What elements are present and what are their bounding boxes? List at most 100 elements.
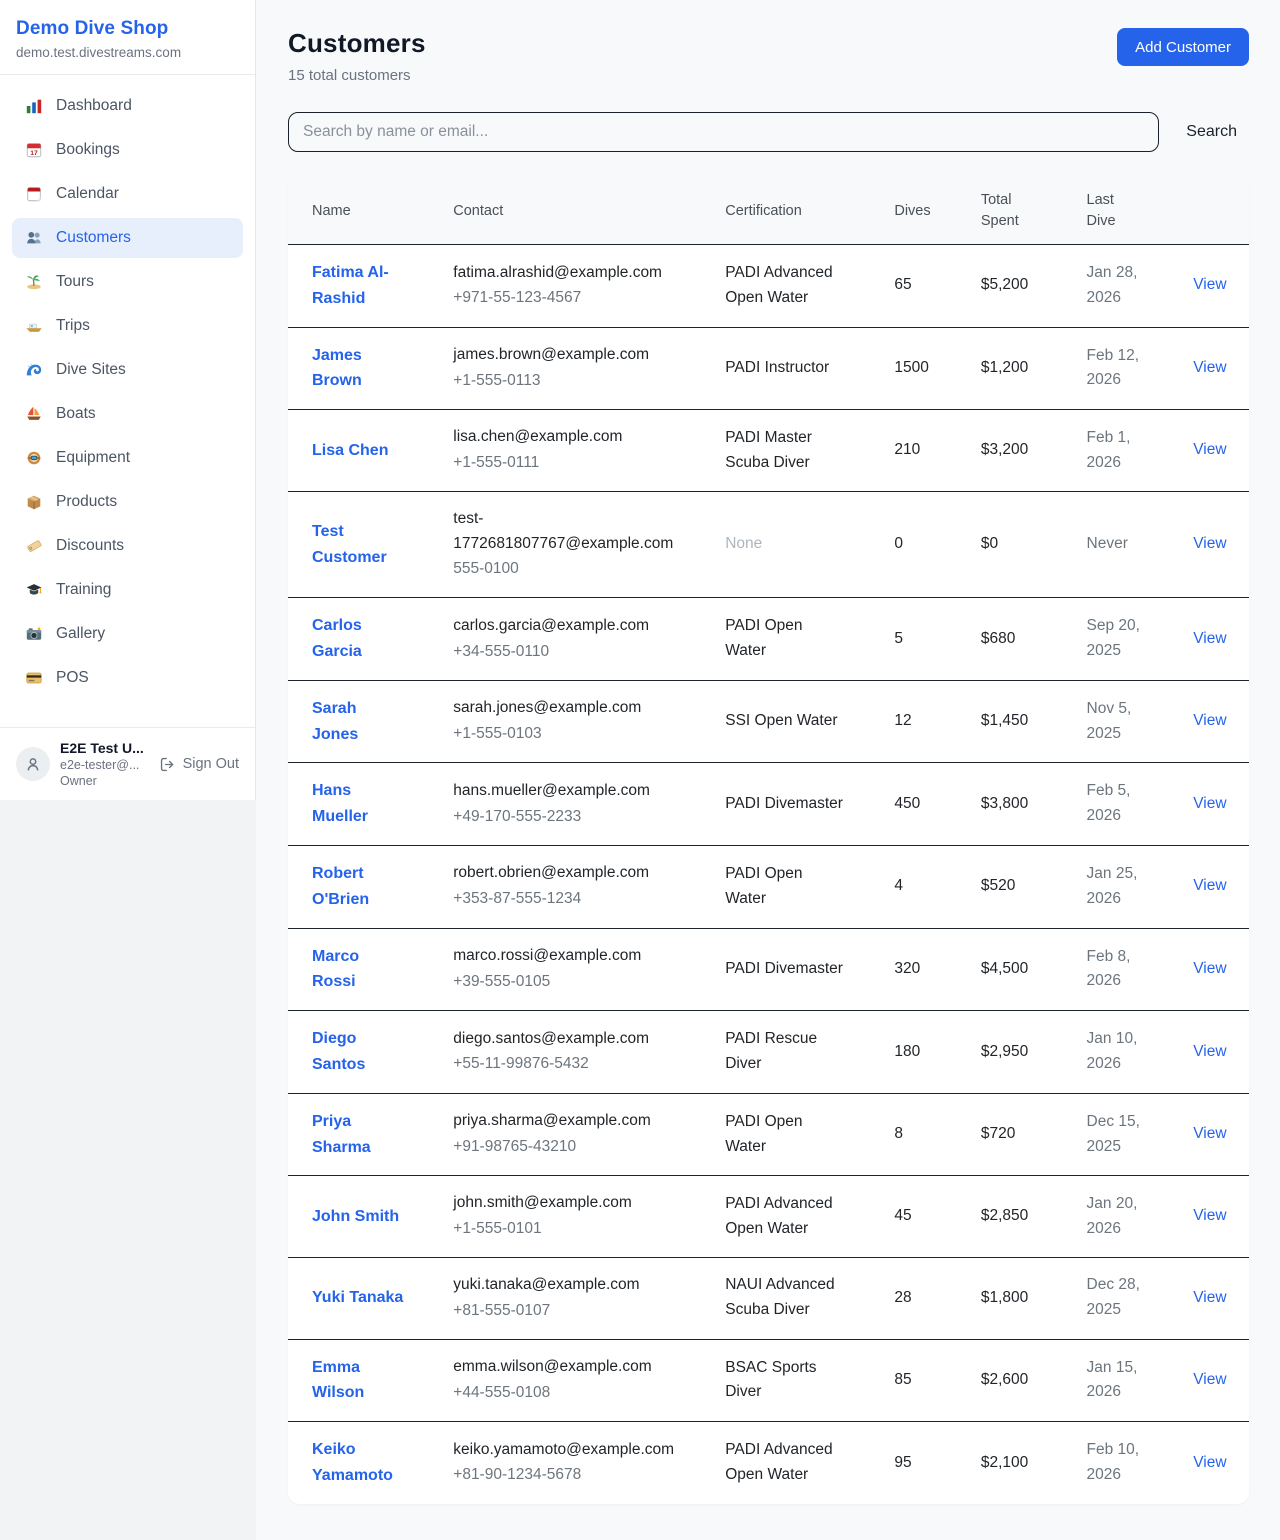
customer-total-spent: $5,200: [957, 245, 1063, 328]
customer-name-link[interactable]: Priya Sharma: [312, 1113, 371, 1156]
search-button[interactable]: Search: [1186, 123, 1237, 141]
customer-total-spent: $3,800: [957, 763, 1063, 846]
view-link[interactable]: View: [1193, 535, 1226, 552]
customer-email: keiko.yamamoto@example.com: [453, 1438, 677, 1463]
customer-name-link[interactable]: Diego Santos: [312, 1030, 365, 1073]
customer-name-link[interactable]: Carlos Garcia: [312, 617, 362, 660]
sidebar-item-label: Bookings: [56, 141, 120, 159]
customer-name-link[interactable]: Hans Mueller: [312, 782, 368, 825]
sidebar-item-label: Equipment: [56, 449, 130, 467]
customer-email: hans.mueller@example.com: [453, 779, 677, 804]
sidebar-item-tours[interactable]: Tours: [12, 262, 243, 302]
add-customer-button[interactable]: Add Customer: [1117, 28, 1249, 66]
customers-table-body: Fatima Al-Rashid fatima.alrashid@example…: [288, 245, 1249, 1504]
view-link[interactable]: View: [1193, 877, 1226, 894]
table-row: John Smith john.smith@example.com +1-555…: [288, 1176, 1249, 1258]
view-link[interactable]: View: [1193, 1289, 1226, 1306]
user-role: Owner: [60, 774, 149, 788]
customer-last-dive: Jan 25, 2026: [1063, 845, 1170, 928]
diving-mask-icon: [24, 448, 44, 468]
view-link[interactable]: View: [1193, 1125, 1226, 1142]
view-link[interactable]: View: [1193, 712, 1226, 729]
customer-last-dive: Dec 15, 2025: [1063, 1093, 1170, 1176]
customer-certification: PADI Rescue Diver: [701, 1011, 870, 1094]
sidebar-item-dive-sites[interactable]: Dive Sites: [12, 350, 243, 390]
tag-icon: [24, 536, 44, 556]
customer-phone: +1-555-0101: [453, 1217, 677, 1242]
view-link[interactable]: View: [1193, 359, 1226, 376]
customer-name-link[interactable]: Lisa Chen: [312, 442, 388, 459]
sailboat-icon: [24, 404, 44, 424]
sidebar-item-calendar[interactable]: Calendar: [12, 174, 243, 214]
view-link[interactable]: View: [1193, 630, 1226, 647]
customer-name-link[interactable]: Yuki Tanaka: [312, 1289, 403, 1306]
view-link[interactable]: View: [1193, 1207, 1226, 1224]
bar-chart-icon: [24, 96, 44, 116]
customer-name-link[interactable]: Emma Wilson: [312, 1359, 364, 1402]
customer-name-link[interactable]: Marco Rossi: [312, 948, 359, 991]
customer-certification: PADI Master Scuba Diver: [701, 410, 870, 492]
sidebar-item-label: Calendar: [56, 185, 119, 203]
sidebar-item-label: Tours: [56, 273, 94, 291]
sidebar-item-gallery[interactable]: Gallery: [12, 614, 243, 654]
customer-dives: 320: [870, 928, 956, 1011]
customer-name-link[interactable]: Keiko Yamamoto: [312, 1441, 393, 1484]
customer-phone: +81-555-0107: [453, 1299, 677, 1324]
sidebar-item-bookings[interactable]: 17 Bookings: [12, 130, 243, 170]
view-link[interactable]: View: [1193, 1454, 1226, 1471]
view-link[interactable]: View: [1193, 276, 1226, 293]
shop-domain: demo.test.divestreams.com: [16, 45, 239, 60]
sign-out-button[interactable]: Sign Out: [159, 756, 239, 773]
customer-phone: +91-98765-43210: [453, 1135, 677, 1160]
search-input[interactable]: [288, 112, 1159, 152]
sidebar-item-products[interactable]: Products: [12, 482, 243, 522]
customer-dives: 210: [870, 410, 956, 492]
customer-phone: +971-55-123-4567: [453, 286, 677, 311]
view-link[interactable]: View: [1193, 1043, 1226, 1060]
customer-last-dive: Feb 10, 2026: [1063, 1422, 1170, 1504]
sidebar-item-label: Customers: [56, 229, 131, 247]
user-name: E2E Test U...: [60, 740, 149, 756]
customer-total-spent: $720: [957, 1093, 1063, 1176]
sidebar-item-discounts[interactable]: Discounts: [12, 526, 243, 566]
sidebar-item-label: Training: [56, 581, 111, 599]
customer-phone: 555-0100: [453, 557, 677, 582]
avatar: [16, 747, 50, 781]
customer-dives: 8: [870, 1093, 956, 1176]
customer-name-link[interactable]: Test Customer: [312, 523, 387, 566]
view-link[interactable]: View: [1193, 960, 1226, 977]
sidebar-item-customers[interactable]: Customers: [12, 218, 243, 258]
customer-name-link[interactable]: John Smith: [312, 1208, 399, 1225]
customer-certification: SSI Open Water: [701, 680, 870, 763]
customer-email: lisa.chen@example.com: [453, 425, 677, 450]
customer-name-link[interactable]: Robert O'Brien: [312, 865, 369, 908]
customer-name-link[interactable]: Sarah Jones: [312, 700, 358, 743]
customer-email: fatima.alrashid@example.com: [453, 261, 677, 286]
customer-name-link[interactable]: James Brown: [312, 347, 362, 390]
sidebar-item-label: Dashboard: [56, 97, 132, 115]
sidebar: Demo Dive Shop demo.test.divestreams.com…: [0, 0, 256, 800]
calendar-pad-icon: [24, 184, 44, 204]
sidebar-item-label: POS: [56, 669, 89, 687]
table-row: Hans Mueller hans.mueller@example.com +4…: [288, 763, 1249, 846]
column-header-actions: [1169, 178, 1249, 245]
customer-last-dive: Jan 15, 2026: [1063, 1339, 1170, 1422]
sidebar-item-label: Boats: [56, 405, 96, 423]
customer-count: 15 total customers: [288, 67, 426, 84]
sidebar-item-training[interactable]: Training: [12, 570, 243, 610]
customer-email: john.smith@example.com: [453, 1191, 677, 1216]
view-link[interactable]: View: [1193, 1371, 1226, 1388]
customer-total-spent: $0: [957, 491, 1063, 597]
sidebar-item-pos[interactable]: POS: [12, 658, 243, 698]
customer-name-link[interactable]: Fatima Al-Rashid: [312, 264, 389, 307]
sidebar-item-boats[interactable]: Boats: [12, 394, 243, 434]
sidebar-item-trips[interactable]: Trips: [12, 306, 243, 346]
view-link[interactable]: View: [1193, 795, 1226, 812]
sidebar-item-label: Gallery: [56, 625, 105, 643]
view-link[interactable]: View: [1193, 441, 1226, 458]
page-title-block: Customers 15 total customers: [288, 28, 426, 84]
customer-dives: 65: [870, 245, 956, 328]
customer-dives: 5: [870, 598, 956, 681]
sidebar-item-equipment[interactable]: Equipment: [12, 438, 243, 478]
sidebar-item-dashboard[interactable]: Dashboard: [12, 86, 243, 126]
